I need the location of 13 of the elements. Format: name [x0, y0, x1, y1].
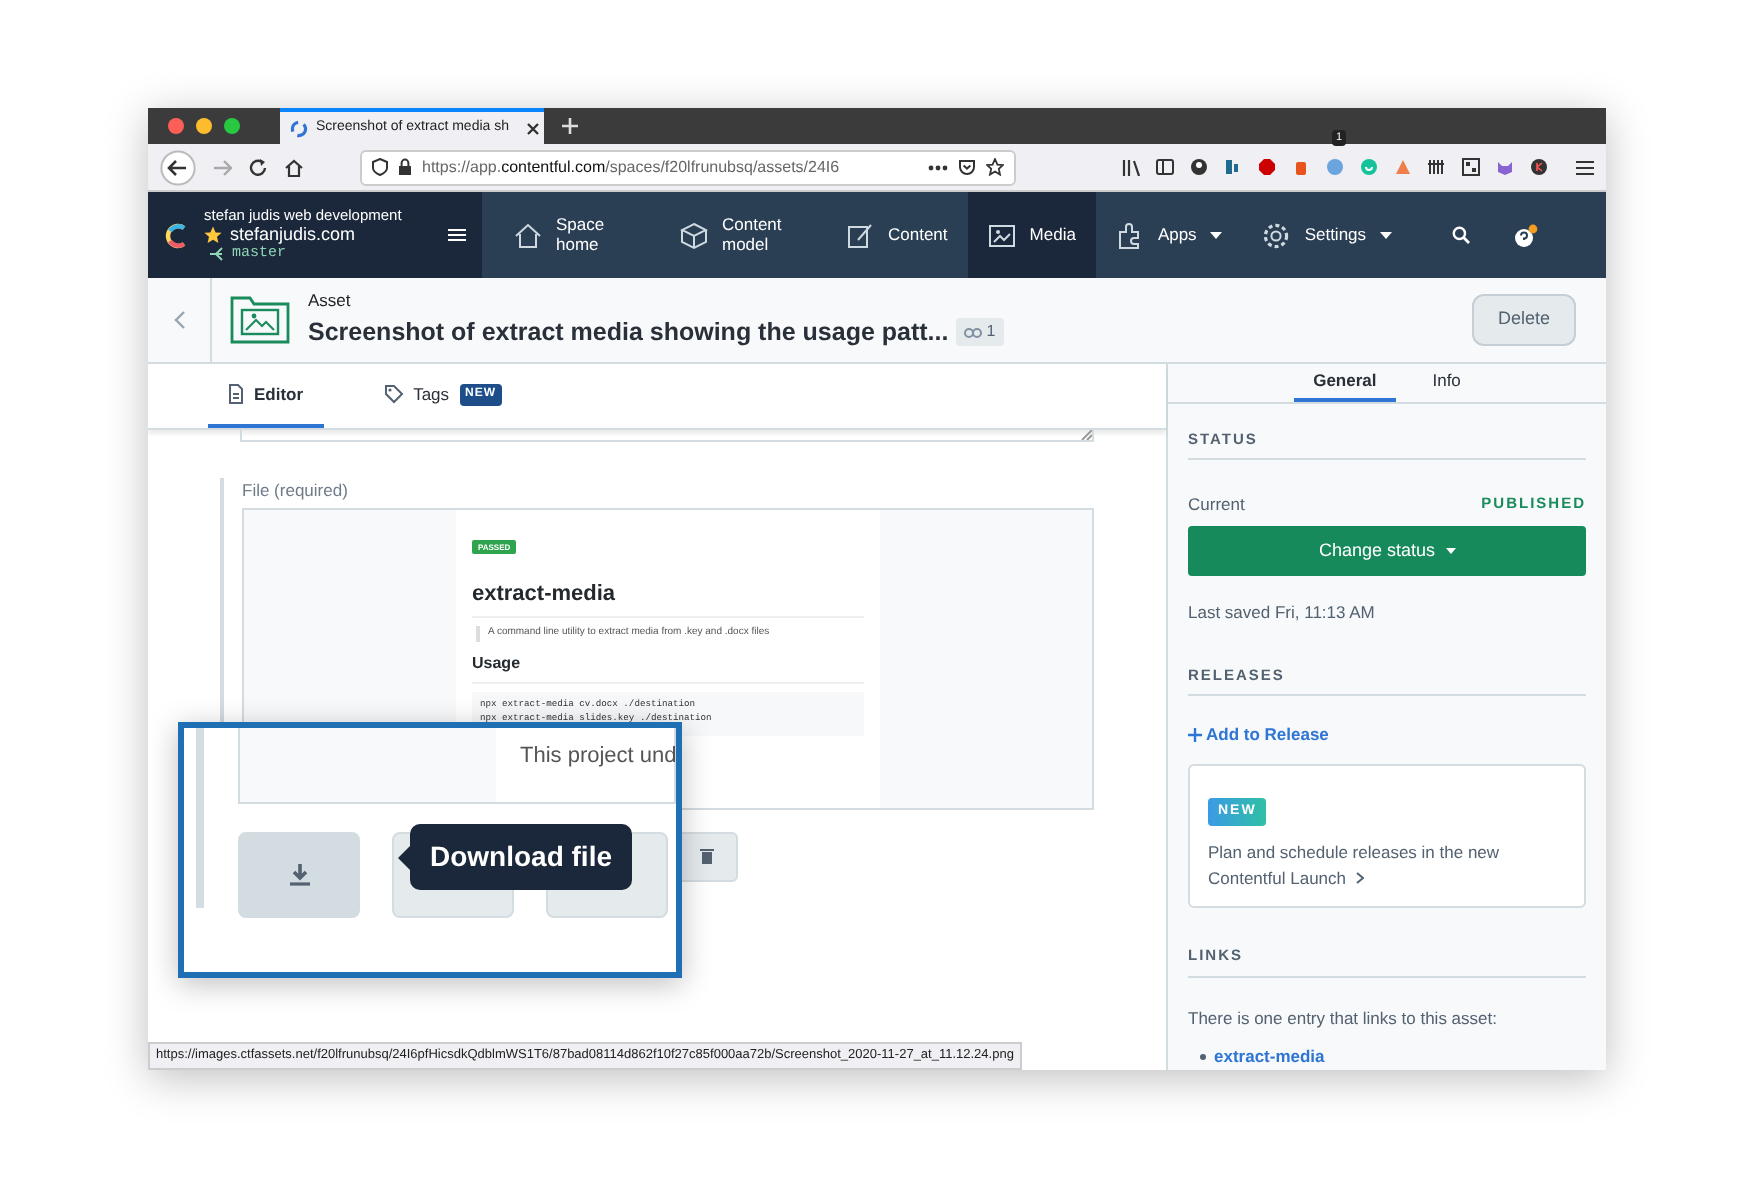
field-label: File (required) — [242, 478, 350, 504]
asset-title: Screenshot of extract media showing the usage patt... — [308, 316, 949, 350]
readme-heading: extract-media — [472, 577, 864, 619]
content-type-label: Asset — [308, 288, 353, 314]
readme-subheading: Usage — [472, 651, 864, 684]
last-saved-text: Last saved Fri, 11:13 AM — [1188, 600, 1377, 626]
tooltip: Download file — [398, 824, 632, 890]
links-text: There is one entry that links to this asset: — [1188, 1005, 1499, 1031]
readme-text: This project und — [520, 744, 676, 768]
link-count: 1 — [956, 318, 1004, 347]
url-text: https://app.contentful.com/spaces/f20lfrunubsq/assets/24I6 — [422, 155, 842, 179]
status-label: Current — [1188, 491, 1245, 517]
release-card-text: Plan and schedule releases in the new Contentful Launch — [1208, 839, 1502, 891]
